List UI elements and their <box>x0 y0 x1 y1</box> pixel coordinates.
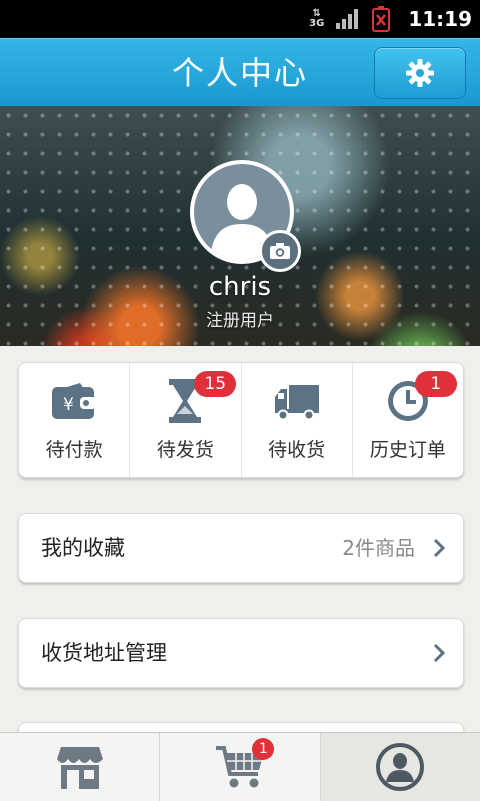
order-item-label: 待收货 <box>268 439 326 461</box>
app-header: 个人中心 <box>0 38 480 107</box>
cart-count-badge: 1 <box>252 738 275 760</box>
network-3g-icon: ⇅ 3G <box>309 8 325 29</box>
order-item-label: 历史订单 <box>369 439 446 461</box>
status-time: 11:19 <box>408 7 472 31</box>
order-history[interactable]: 1 历史订单 <box>351 363 463 477</box>
profile-banner: chris 注册用户 <box>0 106 480 346</box>
order-pending-payment[interactable]: ¥ 待付款 <box>19 363 129 477</box>
bottom-navigation: 1 <box>0 732 480 801</box>
row-label: 我的收藏 <box>41 536 125 560</box>
order-item-label: 待付款 <box>45 439 103 461</box>
tab-cart[interactable]: 1 <box>159 733 319 801</box>
change-avatar-button[interactable] <box>259 230 301 272</box>
svg-text:¥: ¥ <box>63 395 74 415</box>
order-item-label: 待发货 <box>156 439 214 461</box>
signal-icon <box>336 9 359 29</box>
settings-button[interactable] <box>374 47 466 99</box>
favorites-row[interactable]: 我的收藏 2件商品 <box>18 513 464 583</box>
order-status-card: ¥ 待付款 15 待发货 待收货 1 历史订单 <box>18 362 464 478</box>
address-management-row[interactable]: 收货地址管理 <box>18 618 464 688</box>
tab-store[interactable] <box>0 733 159 801</box>
chevron-right-icon <box>433 643 445 663</box>
user-profile-icon <box>376 743 425 791</box>
favorites-count: 2件商品 <box>342 536 415 560</box>
tab-profile[interactable] <box>319 733 480 801</box>
store-icon <box>56 747 103 789</box>
battery-alert-icon <box>372 6 391 32</box>
order-pending-shipment[interactable]: 15 待发货 <box>129 363 240 477</box>
chevron-right-icon <box>433 538 445 558</box>
camera-icon <box>270 243 290 259</box>
user-type-label: 注册用户 <box>206 311 274 331</box>
gear-icon <box>406 59 434 87</box>
order-history-badge: 1 <box>414 371 457 397</box>
wallet-icon: ¥ <box>52 383 97 419</box>
username: chris <box>208 272 272 302</box>
row-label: 收货地址管理 <box>41 641 167 665</box>
status-bar: ⇅ 3G 11:19 <box>0 0 480 38</box>
pending-shipment-badge: 15 <box>194 371 237 397</box>
truck-icon <box>274 385 319 421</box>
order-pending-receipt[interactable]: 待收货 <box>240 363 352 477</box>
